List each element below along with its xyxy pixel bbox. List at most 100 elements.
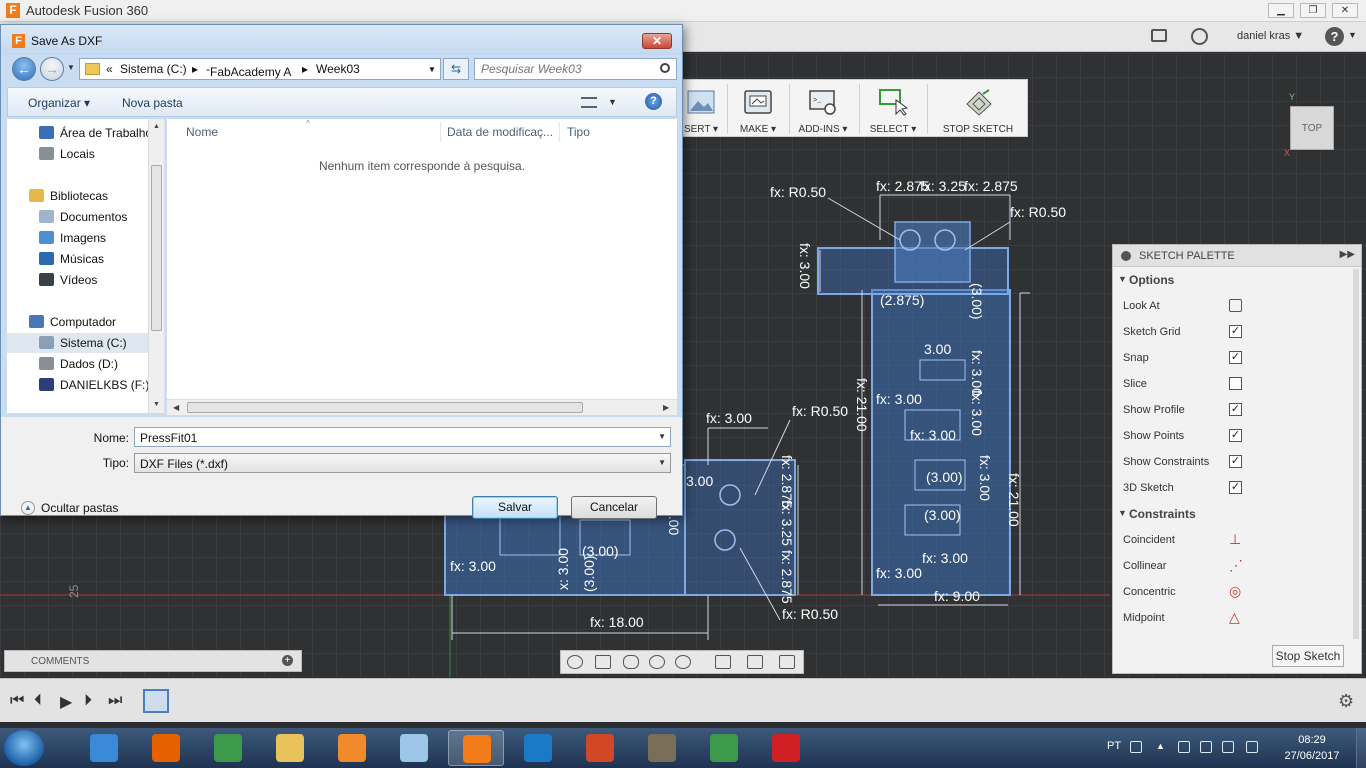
scroll-up-arrow[interactable]: ▲ xyxy=(153,123,160,130)
help-icon[interactable]: ? xyxy=(645,93,662,110)
recent-locations-caret[interactable]: ▼ xyxy=(67,63,75,72)
address-bar[interactable]: « Sistema (C:) ▸ - FabAcademy A ▸ Week03… xyxy=(79,58,441,80)
show-desktop-button[interactable] xyxy=(1356,728,1366,768)
grid-settings-icon[interactable] xyxy=(747,655,763,669)
comments-panel[interactable]: COMMENTS + xyxy=(4,650,302,672)
timeline-sketch-item[interactable] xyxy=(143,689,169,713)
nav-item[interactable]: Bibliotecas xyxy=(7,186,149,206)
scroll-down-arrow[interactable]: ▼ xyxy=(153,401,160,408)
collinear-constraint-icon[interactable]: ⋰ xyxy=(1229,558,1243,572)
nav-item[interactable]: Área de Trabalho xyxy=(7,123,152,143)
checkbox[interactable]: ✓ xyxy=(1229,325,1242,338)
taskbar-chrome[interactable] xyxy=(200,730,256,766)
start-button[interactable] xyxy=(4,730,44,766)
insert-menu[interactable]: SERT ▾ xyxy=(681,80,721,138)
constraint-row[interactable]: Coincident ⊥ xyxy=(1113,527,1361,553)
nav-item[interactable]: Dados (D:) xyxy=(7,354,149,374)
address-part[interactable]: - FabAcademy A xyxy=(206,62,291,79)
navigation-scrollbar[interactable]: ▲ ▼ xyxy=(148,119,164,413)
nav-item[interactable]: Locais xyxy=(7,144,149,164)
timeline-next-button[interactable]: ⏵ xyxy=(84,692,92,710)
viewports-icon[interactable] xyxy=(779,655,795,669)
taskbar-file-explorer[interactable] xyxy=(262,730,318,766)
select-menu[interactable]: SELECT ▾ xyxy=(865,80,921,138)
collapse-palette-icon[interactable] xyxy=(1121,251,1131,261)
chevron-down-icon[interactable]: ▼ xyxy=(608,97,617,107)
organize-menu[interactable]: Organizar ▾ xyxy=(28,96,90,110)
view-options-icon[interactable] xyxy=(581,97,597,108)
constraint-row[interactable]: Concentric ◎ xyxy=(1113,579,1361,605)
look-at-icon[interactable] xyxy=(595,655,611,669)
close-dialog-button[interactable]: ✕ xyxy=(642,33,672,49)
taskbar-solidworks[interactable] xyxy=(758,730,814,766)
help-icon[interactable]: ? xyxy=(1325,27,1344,46)
address-part[interactable]: Sistema (C:) xyxy=(120,62,187,76)
close-window-button[interactable]: ✕ xyxy=(1332,3,1358,18)
add-ins-menu[interactable]: >_ ADD-INS ▾ xyxy=(793,80,853,138)
checkbox[interactable]: ✓ xyxy=(1229,481,1242,494)
column-header-date[interactable]: Data de modificaç... xyxy=(447,125,553,139)
chevron-down-icon[interactable]: ▼ xyxy=(658,458,666,467)
show-hidden-icons-icon[interactable]: ▲ xyxy=(1156,741,1168,753)
file-list-hscrollbar[interactable]: ◀ ▶ xyxy=(167,399,677,415)
column-header-name[interactable]: Nome xyxy=(186,125,218,139)
scroll-thumb[interactable] xyxy=(187,402,583,413)
column-header-type[interactable]: Tipo xyxy=(567,125,590,139)
filename-value[interactable]: PressFit01 xyxy=(140,431,197,445)
nav-item[interactable]: Vídeos xyxy=(7,270,149,290)
timeline-last-button[interactable]: ⏭ xyxy=(108,692,122,710)
dialog-titlebar[interactable]: F Save As DXF ✕ xyxy=(1,25,682,55)
taskbar-gimp[interactable] xyxy=(634,730,690,766)
orbit-icon[interactable] xyxy=(567,655,583,669)
checkbox[interactable]: ✓ xyxy=(1229,351,1242,364)
constraints-section-header[interactable]: ▼ Constraints xyxy=(1113,501,1361,527)
nav-item[interactable]: Músicas xyxy=(7,249,149,269)
address-separator[interactable]: ▸ xyxy=(192,62,198,76)
concentric-constraint-icon[interactable]: ◎ xyxy=(1229,584,1242,598)
usb-icon[interactable] xyxy=(1178,741,1190,753)
scroll-thumb[interactable] xyxy=(151,165,162,331)
back-button[interactable]: ← xyxy=(12,57,36,81)
restore-button[interactable]: ❐ xyxy=(1300,3,1326,18)
forward-button[interactable]: → xyxy=(40,57,64,81)
network-icon[interactable] xyxy=(1200,741,1212,753)
taskbar-fusion-360[interactable] xyxy=(448,730,504,766)
palette-option-row[interactable]: Show Points ✓ xyxy=(1113,423,1361,449)
palette-option-row[interactable]: 3D Sketch ✓ xyxy=(1113,475,1361,501)
scroll-left-arrow[interactable]: ◀ xyxy=(173,403,179,412)
nav-item[interactable]: Imagens xyxy=(7,228,149,248)
palette-option-row[interactable]: Snap ✓ xyxy=(1113,345,1361,371)
stop-sketch-tool[interactable]: STOP SKETCH xyxy=(933,80,1023,138)
viewcube[interactable]: TOP xyxy=(1290,106,1334,150)
clock-time[interactable]: 08:29 xyxy=(1284,734,1340,746)
expand-palette-icon[interactable]: ▶▶ xyxy=(1340,249,1355,260)
nav-item[interactable]: DANIELKBS (F:) xyxy=(7,375,149,395)
taskbar-notepad[interactable] xyxy=(386,730,442,766)
nav-item[interactable]: Sistema (C:) xyxy=(7,333,149,353)
filename-field[interactable]: PressFit01 ▼ xyxy=(134,427,671,447)
scroll-right-arrow[interactable]: ▶ xyxy=(663,403,669,412)
taskbar-app-bracket[interactable] xyxy=(510,730,566,766)
keyboard-icon[interactable] xyxy=(1130,741,1142,753)
coincident-constraint-icon[interactable]: ⊥ xyxy=(1229,532,1242,546)
fit-icon[interactable] xyxy=(675,655,691,669)
user-menu[interactable]: daniel kras ▼ xyxy=(1237,30,1304,42)
signal-icon[interactable] xyxy=(1246,741,1258,753)
palette-scrollbar[interactable] xyxy=(1353,269,1359,639)
search-icon[interactable] xyxy=(660,63,670,73)
volume-icon[interactable] xyxy=(1222,741,1234,753)
palette-option-row[interactable]: Show Profile ✓ xyxy=(1113,397,1361,423)
palette-option-row[interactable]: Slice xyxy=(1113,371,1361,397)
gear-icon[interactable]: ⚙ xyxy=(1338,691,1354,712)
language-indicator[interactable]: PT xyxy=(1107,740,1121,752)
nav-item[interactable]: Computador xyxy=(7,312,149,332)
minimize-button[interactable]: ▁ xyxy=(1268,3,1294,18)
timeline-play-button[interactable]: ▶ xyxy=(60,692,72,712)
timeline-first-button[interactable]: ⏮ xyxy=(10,692,24,710)
palette-option-row[interactable]: Look At xyxy=(1113,293,1361,319)
refresh-button[interactable]: ⇆ xyxy=(443,58,469,80)
zoom-icon[interactable] xyxy=(649,655,665,669)
comment-icon[interactable] xyxy=(1151,29,1167,42)
palette-option-row[interactable]: Sketch Grid ✓ xyxy=(1113,319,1361,345)
checkbox[interactable]: ✓ xyxy=(1229,455,1242,468)
